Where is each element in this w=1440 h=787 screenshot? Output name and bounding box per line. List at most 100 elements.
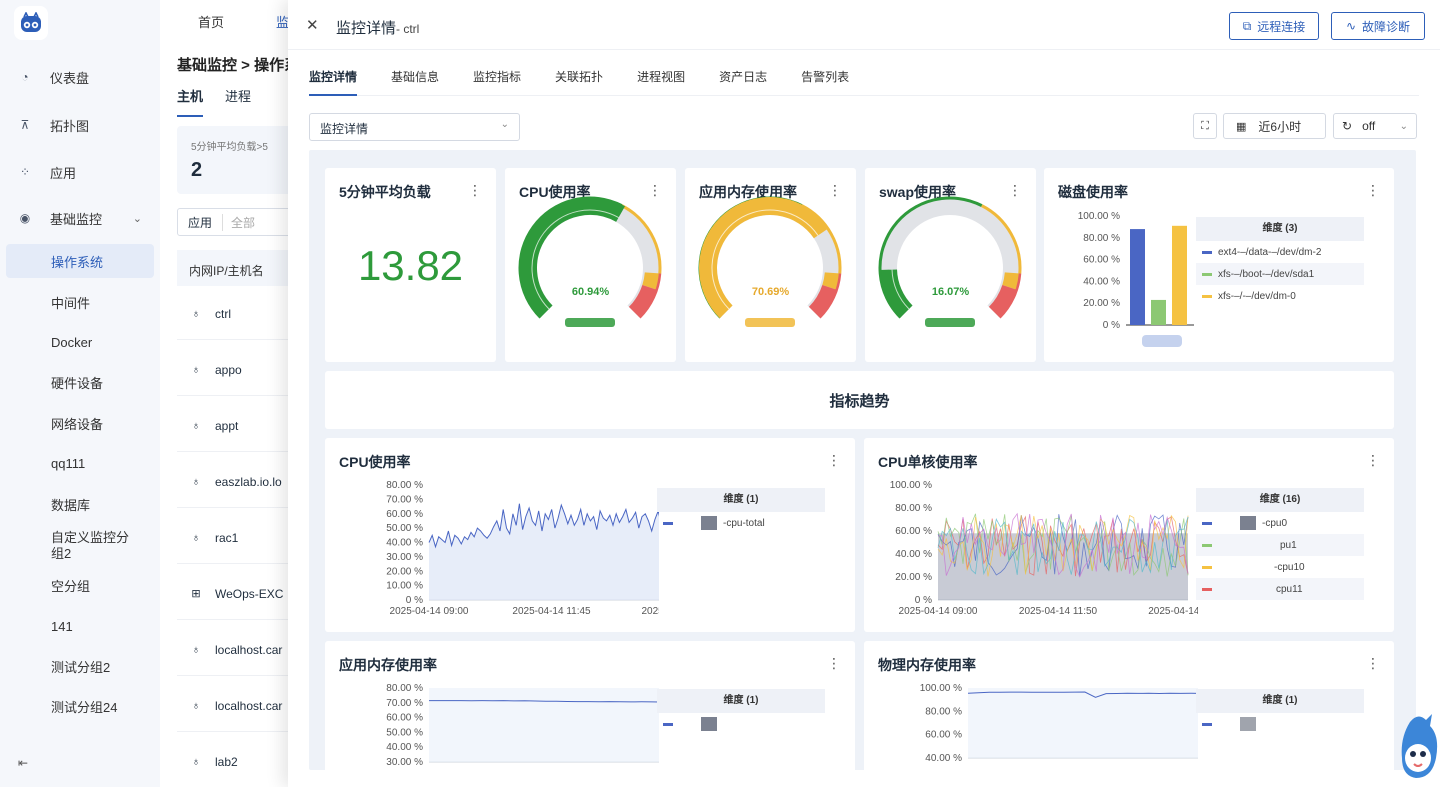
nav-sub-test-group24[interactable]: 测试分组24 bbox=[6, 689, 154, 723]
more-icon[interactable]: ⋮ bbox=[1366, 655, 1380, 672]
nav-sub-middleware[interactable]: 中间件 bbox=[6, 285, 154, 319]
table-row[interactable]: ♁ lab2 bbox=[177, 736, 297, 787]
legend-item[interactable]: -cpu0 bbox=[1196, 512, 1364, 534]
nav-sub-hardware[interactable]: 硬件设备 bbox=[6, 365, 154, 399]
nav-sub-os[interactable]: 操作系统 bbox=[6, 244, 154, 278]
x-tick-label: 2025-04-14 11:50 bbox=[1019, 606, 1098, 617]
nav-sub-database[interactable]: 数据库 bbox=[6, 487, 154, 521]
disk-legend: 维度 (3) ext4-–/data-–/dev/dm-2 xfs-–/boot… bbox=[1196, 217, 1364, 307]
host-name: rac1 bbox=[215, 530, 239, 545]
left-sidebar: ◔ 仪表盘 ⊼ 拓扑图 ⁘ 应用 ◉ 基础监控 ⌄ 操作系统 中间件 Docke… bbox=[0, 0, 160, 787]
table-row[interactable]: ♁ rac1 bbox=[177, 512, 297, 564]
y-tick-label: 50.00 % bbox=[386, 523, 423, 534]
legend-label: xfs-–/boot-–/dev/sda1 bbox=[1218, 268, 1315, 280]
nav-label: 自定义监控分组2 bbox=[51, 530, 130, 561]
title-text: 监控详情 bbox=[336, 20, 397, 37]
more-icon[interactable]: ⋮ bbox=[827, 655, 841, 672]
nav-label: 网络设备 bbox=[51, 416, 104, 432]
y-tick-label: 40.00 % bbox=[895, 549, 932, 560]
nav-topology[interactable]: ⊼ 拓扑图 bbox=[6, 108, 154, 142]
top-nav-home[interactable]: 首页 bbox=[198, 12, 224, 31]
nav-apps[interactable]: ⁘ 应用 bbox=[6, 155, 154, 189]
linux-icon: ♁ bbox=[191, 531, 201, 544]
appmem-trend-chart: 80.00 % 70.00 % 60.00 % 50.00 % 40.00 % 30.00… bbox=[386, 683, 659, 768]
nav-sub-network[interactable]: 网络设备 bbox=[6, 406, 154, 440]
nav-sub-docker[interactable]: Docker bbox=[6, 325, 154, 359]
linux-icon: ♁ bbox=[191, 699, 201, 712]
load-card: 5分钟平均负载 ⋮ 13.82 bbox=[325, 168, 496, 362]
nav-basic-monitor[interactable]: ◉ 基础监控 ⌄ bbox=[6, 201, 154, 235]
legend-item[interactable]: xfs-–/-–/dev/dm-0 bbox=[1196, 285, 1364, 307]
table-row[interactable]: ⊞ WeOps-EXC bbox=[177, 568, 297, 620]
x-tick-label: 2025-04-14 14 bbox=[641, 606, 659, 617]
legend-item[interactable]: xfs-–/boot-–/dev/sda1 bbox=[1196, 263, 1364, 285]
swap-gauge bbox=[878, 196, 1022, 327]
table-row[interactable]: ♁ localhost.car bbox=[177, 680, 297, 732]
more-icon[interactable]: ⋮ bbox=[1366, 452, 1380, 469]
physmem-trend-chart: 100.00 % 80.00 % 60.00 % 40.00 % bbox=[920, 683, 1198, 764]
legend-label: pu1 bbox=[1280, 539, 1297, 551]
collapse-sidebar-icon[interactable]: ⇤ bbox=[18, 756, 28, 770]
tab-metrics[interactable]: 监控指标 bbox=[473, 50, 521, 96]
legend-swatch bbox=[1202, 722, 1212, 726]
app-filter[interactable]: 应用 全部 bbox=[177, 208, 297, 236]
stat-label: 5分钟平均负载>5 bbox=[191, 142, 268, 153]
title-host: - ctrl bbox=[396, 22, 420, 36]
legend-label: xfs-–/-–/dev/dm-0 bbox=[1218, 290, 1296, 302]
table-row[interactable]: ♁ localhost.car bbox=[177, 624, 297, 676]
disk-bar-chart: 100.00 % 80.00 % 60.00 % 40.00 % 20.00 % 0 % bbox=[1078, 211, 1194, 347]
y-tick-label: 40.00 % bbox=[1083, 276, 1120, 287]
tab-topology[interactable]: 关联拓扑 bbox=[555, 50, 603, 96]
linux-icon: ♁ bbox=[191, 475, 201, 488]
close-icon[interactable]: ✕ bbox=[306, 16, 319, 34]
legend-item[interactable]: ext4-–/data-–/dev/dm-2 bbox=[1196, 241, 1364, 263]
legend-item[interactable] bbox=[1196, 713, 1364, 735]
legend-item[interactable]: cpu11 bbox=[1196, 578, 1364, 600]
nav-sub-141[interactable]: 141 bbox=[6, 609, 154, 643]
assistant-mascot-icon[interactable] bbox=[1396, 712, 1440, 782]
more-icon[interactable]: ⋮ bbox=[468, 182, 482, 199]
legend-item[interactable]: pu1 bbox=[1196, 534, 1364, 556]
y-tick-label: 20.00 % bbox=[1083, 298, 1120, 309]
nav-sub-qq111[interactable]: qq111 bbox=[6, 446, 154, 480]
nav-sub-empty-group[interactable]: 空分组 bbox=[6, 568, 154, 602]
plot-bg bbox=[429, 688, 659, 762]
nav-label: Docker bbox=[51, 334, 93, 350]
more-icon[interactable]: ⋮ bbox=[827, 452, 841, 469]
nav-label: 基础监控 bbox=[50, 211, 103, 227]
x-tick-label: 2025-04-14 11:45 bbox=[512, 606, 591, 617]
refresh-select[interactable]: ↻ off ⌄ bbox=[1333, 113, 1417, 139]
x-tick-label: 2025-04-14 09:00 bbox=[390, 606, 469, 617]
legend-title: 维度 (1) bbox=[657, 689, 825, 713]
legend-item[interactable]: -cpu-total bbox=[657, 512, 825, 534]
table-row[interactable]: ♁ easzlab.io.lo bbox=[177, 456, 297, 508]
tab-asset-log[interactable]: 资产日志 bbox=[719, 50, 767, 96]
legend-item[interactable] bbox=[657, 713, 825, 735]
remote-connect-button[interactable]: ⧉ 远程连接 bbox=[1229, 12, 1319, 40]
fullscreen-button[interactable]: ⛶ bbox=[1193, 113, 1217, 139]
nav-label: 测试分组24 bbox=[51, 699, 118, 715]
tab-basic-info[interactable]: 基础信息 bbox=[391, 50, 439, 96]
nav-sub-custom-group[interactable]: 自定义监控分组2 bbox=[6, 526, 146, 566]
gauge-blurred-label bbox=[565, 318, 615, 327]
appmem-gauge-card: 应用内存使用率 ⋮ 70.69% bbox=[685, 168, 856, 362]
nav-dashboard[interactable]: ◔ 仪表盘 bbox=[6, 60, 154, 94]
legend-title: 维度 (16) bbox=[1196, 488, 1364, 512]
tab-alerts[interactable]: 告警列表 bbox=[801, 50, 849, 96]
app-logo[interactable] bbox=[14, 6, 48, 40]
tab-monitor-detail[interactable]: 监控详情 bbox=[309, 50, 358, 96]
nav-sub-test-group2[interactable]: 测试分组2 bbox=[6, 649, 154, 683]
table-row[interactable]: ♁ ctrl bbox=[177, 288, 297, 340]
time-range-picker[interactable]: ▦ 近6小时 bbox=[1223, 113, 1326, 139]
view-select[interactable]: 监控详情 ⌄ bbox=[309, 113, 520, 141]
chevron-down-icon: ⌄ bbox=[500, 119, 509, 130]
tab-process-view[interactable]: 进程视图 bbox=[637, 50, 685, 96]
card-title: CPU使用率 bbox=[339, 454, 411, 470]
more-icon[interactable]: ⋮ bbox=[1366, 182, 1380, 199]
legend-item[interactable]: -cpu10 bbox=[1196, 556, 1364, 578]
tab-process[interactable]: 进程 bbox=[225, 86, 251, 117]
tab-host[interactable]: 主机 bbox=[177, 86, 204, 117]
table-row[interactable]: ♁ appo bbox=[177, 344, 297, 396]
fault-diagnosis-button[interactable]: ∿ 故障诊断 bbox=[1331, 12, 1425, 40]
table-row[interactable]: ♁ appt bbox=[177, 400, 297, 452]
